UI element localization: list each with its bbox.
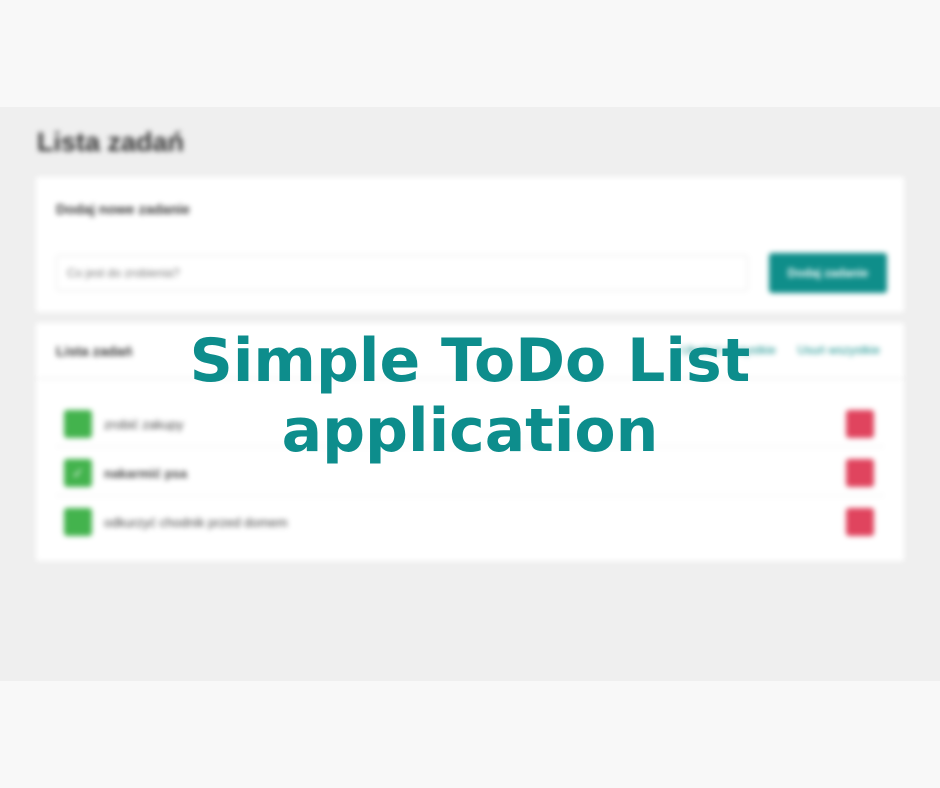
trash-icon[interactable] <box>846 508 874 536</box>
overlay-title-line-1: Simple ToDo List <box>189 326 751 396</box>
check-icon[interactable] <box>64 508 92 536</box>
task-input[interactable] <box>56 255 748 291</box>
overlay-title-line-2: application <box>281 396 659 466</box>
task-row: odkurzyć chodnik przed domem <box>56 496 884 544</box>
add-task-title: Dodaj nowe zadanie <box>56 201 190 217</box>
page-title: Lista zadań <box>37 127 185 157</box>
add-task-button[interactable]: Dodaj zadanie <box>769 253 887 293</box>
add-task-card: Dodaj nowe zadanie Dodaj zadanie <box>36 177 904 312</box>
task-label: odkurzyć chodnik przed domem <box>104 515 288 530</box>
overlay-title: Simple ToDo List application <box>0 326 940 466</box>
task-label: nakarmić psa <box>104 466 188 481</box>
